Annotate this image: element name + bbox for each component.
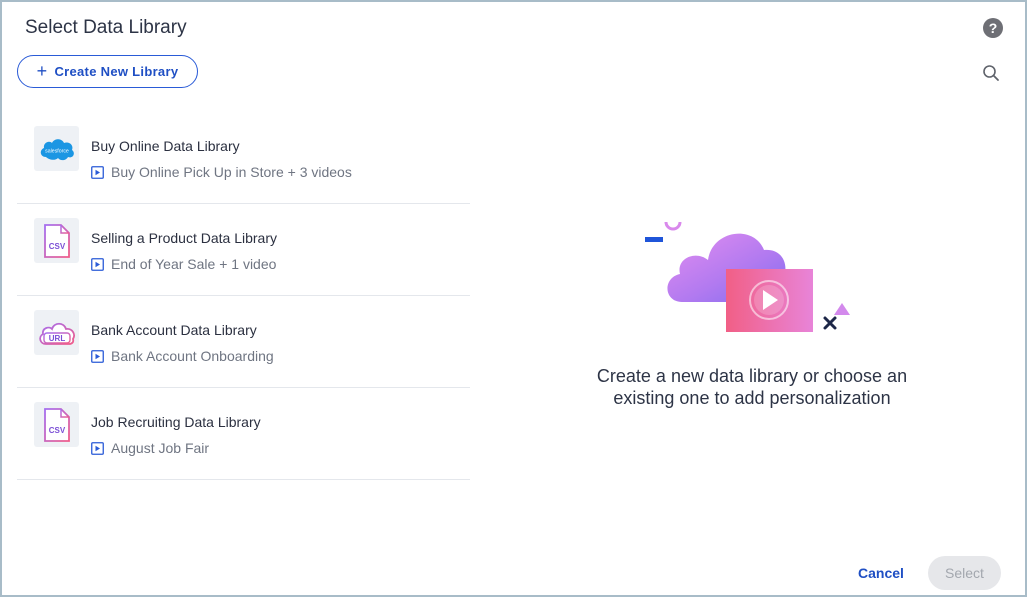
- svg-text:CSV: CSV: [48, 426, 65, 435]
- library-item-selling-product[interactable]: CSV Selling a Product Data Library End o…: [17, 204, 470, 296]
- video-icon: [91, 349, 104, 363]
- library-item-buy-online[interactable]: salesforce Buy Online Data Library Buy O…: [17, 112, 470, 204]
- library-name: Bank Account Data Library: [91, 322, 257, 338]
- dialog-title: Select Data Library: [25, 17, 187, 38]
- cancel-button[interactable]: Cancel: [850, 560, 912, 586]
- library-subtitle: Bank Account Onboarding: [91, 348, 274, 364]
- create-new-library-button[interactable]: + Create New Library: [17, 55, 198, 88]
- library-item-bank-account[interactable]: URL Bank Account Data Library Bank Accou…: [17, 296, 470, 388]
- video-icon: [91, 165, 104, 179]
- svg-text:URL: URL: [48, 334, 65, 343]
- url-cloud-icon: URL: [34, 310, 79, 355]
- svg-text:CSV: CSV: [48, 242, 65, 251]
- select-data-library-dialog: Select Data Library ? + Create New Libra…: [0, 0, 1027, 597]
- video-icon: [91, 257, 104, 271]
- csv-file-icon: CSV: [34, 402, 79, 447]
- library-subtitle-text: End of Year Sale + 1 video: [111, 256, 277, 272]
- library-subtitle: Buy Online Pick Up in Store + 3 videos: [91, 164, 352, 180]
- library-name: Buy Online Data Library: [91, 138, 240, 154]
- cloud-video-illustration: [645, 221, 850, 332]
- plus-icon: +: [36, 60, 48, 81]
- empty-state-message: Create a new data library or choose an e…: [572, 365, 932, 409]
- select-button[interactable]: Select: [928, 556, 1001, 590]
- help-icon[interactable]: ?: [983, 18, 1003, 38]
- library-name: Selling a Product Data Library: [91, 230, 277, 246]
- library-subtitle-text: August Job Fair: [111, 440, 210, 456]
- library-list: salesforce Buy Online Data Library Buy O…: [17, 112, 470, 480]
- library-subtitle: August Job Fair: [91, 440, 209, 456]
- library-subtitle-text: Bank Account Onboarding: [111, 348, 274, 364]
- empty-state-line-1: Create a new data library or choose an: [596, 366, 908, 386]
- create-new-library-label: Create New Library: [54, 64, 179, 79]
- search-icon[interactable]: [982, 64, 1000, 82]
- library-name: Job Recruiting Data Library: [91, 414, 261, 430]
- library-item-job-recruiting[interactable]: CSV Job Recruiting Data Library August J…: [17, 388, 470, 480]
- salesforce-icon: salesforce: [34, 126, 79, 171]
- svg-text:salesforce: salesforce: [45, 148, 69, 154]
- library-subtitle: End of Year Sale + 1 video: [91, 256, 276, 272]
- library-subtitle-text: Buy Online Pick Up in Store + 3 videos: [111, 164, 352, 180]
- csv-file-icon: CSV: [34, 218, 79, 263]
- video-icon: [91, 441, 104, 455]
- empty-state-line-2: existing one to add personalization: [613, 388, 891, 408]
